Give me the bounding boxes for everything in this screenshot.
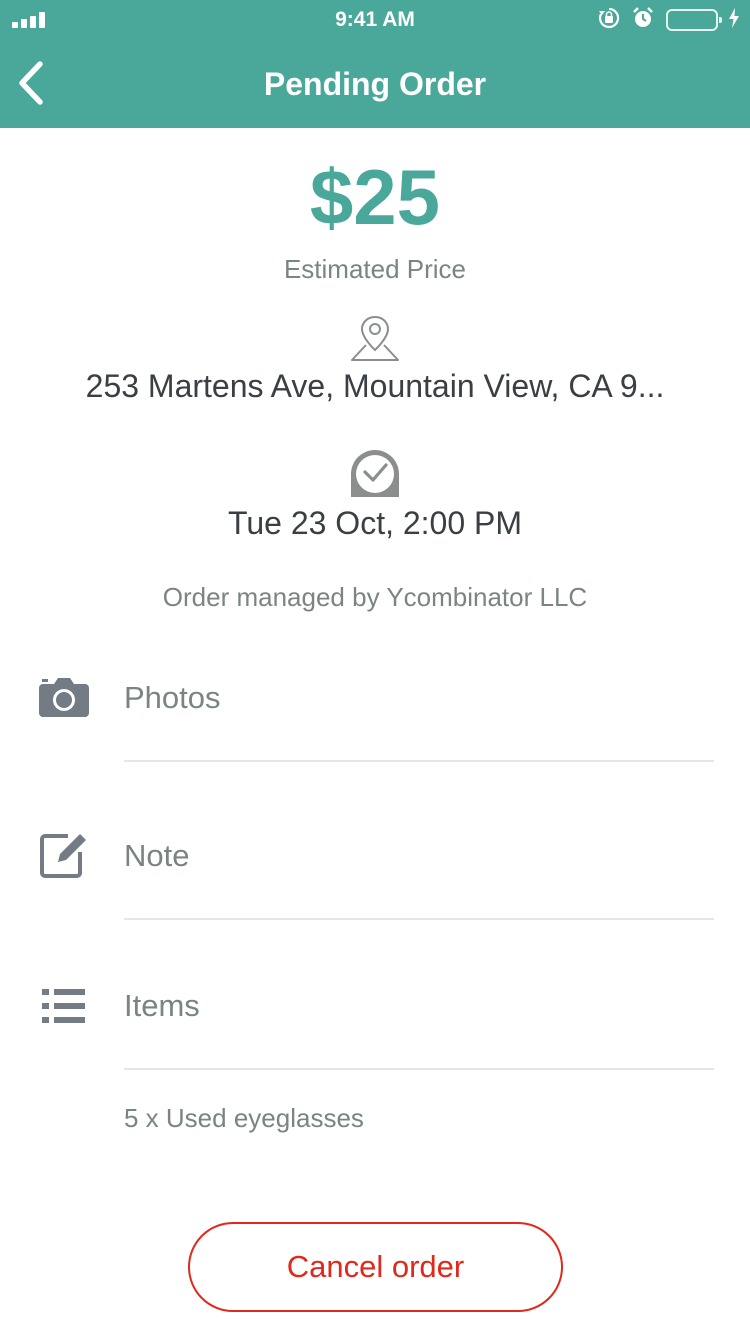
photos-label: Photos bbox=[124, 680, 221, 715]
nav-bar: Pending Order bbox=[0, 40, 750, 128]
list-item: 5 x Used eyeglasses bbox=[124, 1103, 364, 1133]
order-address: 253 Martens Ave, Mountain View, CA 9... bbox=[85, 368, 665, 404]
note-row[interactable]: Note bbox=[0, 806, 750, 906]
charging-icon bbox=[728, 7, 740, 33]
divider bbox=[124, 918, 714, 920]
battery-icon bbox=[666, 9, 722, 31]
rotation-lock-icon bbox=[598, 7, 620, 34]
divider bbox=[124, 760, 714, 762]
note-label: Note bbox=[124, 838, 190, 873]
clock-check-icon bbox=[349, 450, 401, 498]
items-label: Items bbox=[124, 988, 200, 1023]
map-pin-icon bbox=[349, 314, 401, 364]
list-icon bbox=[38, 988, 88, 1029]
divider bbox=[124, 1068, 714, 1070]
estimated-price-value: $25 bbox=[309, 153, 441, 241]
order-datetime: Tue 23 Oct, 2:00 PM bbox=[227, 505, 523, 541]
page-title: Pending Order bbox=[263, 66, 487, 102]
items-row[interactable]: Items bbox=[0, 956, 750, 1056]
estimated-price-label: Estimated Price bbox=[283, 254, 467, 284]
status-bar: 9:41 AM bbox=[0, 0, 750, 40]
cancel-order-button[interactable]: Cancel order bbox=[188, 1222, 563, 1312]
photos-row[interactable]: Photos bbox=[0, 648, 750, 748]
order-manager-text: Order managed by Ycombinator LLC bbox=[162, 582, 588, 612]
status-icons bbox=[586, 6, 740, 34]
edit-note-icon bbox=[38, 830, 90, 885]
alarm-icon bbox=[632, 6, 654, 34]
camera-icon bbox=[38, 676, 90, 723]
app-header: 9:41 AM Pending Order bbox=[0, 0, 750, 128]
